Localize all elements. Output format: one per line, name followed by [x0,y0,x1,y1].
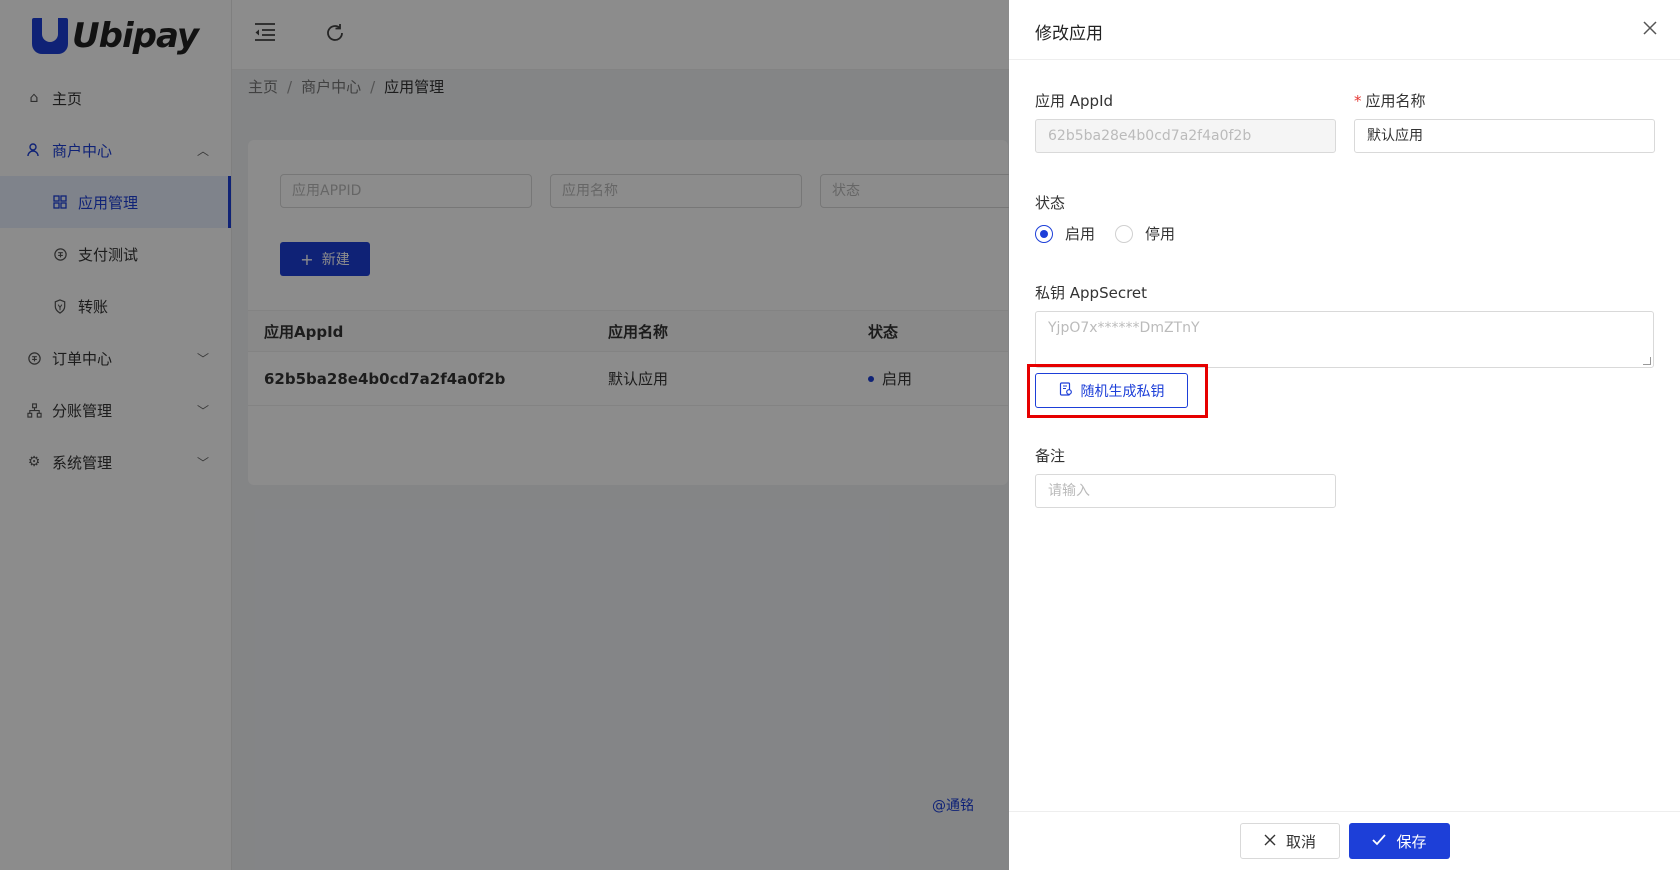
check-icon [1372,832,1387,850]
remark-field[interactable]: 请输入 [1035,474,1336,508]
radio-label: 启用 [1065,225,1096,243]
generate-secret-button[interactable]: 随机生成私钥 [1035,373,1188,408]
close-icon [1264,832,1276,850]
cancel-button[interactable]: 取消 [1240,823,1340,859]
status-radio-group: 启用 停用 [1035,223,1195,244]
save-label: 保存 [1396,832,1427,851]
radio-label: 停用 [1145,225,1176,243]
cancel-label: 取消 [1285,832,1316,851]
resize-handle-icon[interactable] [1643,357,1651,365]
appid-field: 62b5ba28e4b0cd7a2f4a0f2b [1035,119,1336,153]
status-enabled-radio[interactable]: 启用 [1035,223,1095,244]
save-button[interactable]: 保存 [1349,823,1450,859]
close-icon[interactable] [1638,16,1662,40]
drawer-title: 修改应用 [1035,24,1103,44]
name-label-text: 应用名称 [1365,92,1426,110]
app-secret-field[interactable]: YjpO7x******DmZTnY [1035,311,1654,368]
appid-label: 应用 AppId [1035,92,1114,110]
app-name-field[interactable]: 默认应用 [1354,119,1655,153]
status-label: 状态 [1035,194,1066,212]
drawer-header: 修改应用 [1009,0,1680,60]
generate-secret-label: 随机生成私钥 [1080,383,1165,400]
edit-app-drawer: 修改应用 应用 AppId 62b5ba28e4b0cd7a2f4a0f2b *… [1009,0,1680,870]
status-disabled-radio[interactable]: 停用 [1115,223,1175,244]
app-secret-value: YjpO7x******DmZTnY [1048,320,1200,336]
required-mark: * [1354,92,1362,110]
name-label: * 应用名称 [1354,90,1426,111]
secret-label: 私钥 AppSecret [1035,284,1148,302]
remark-label: 备注 [1035,447,1066,465]
radio-checked-icon [1035,224,1053,243]
radio-unchecked-icon [1115,224,1134,243]
key-doc-icon [1059,381,1073,400]
drawer-footer: 取消 保存 [1009,811,1680,870]
